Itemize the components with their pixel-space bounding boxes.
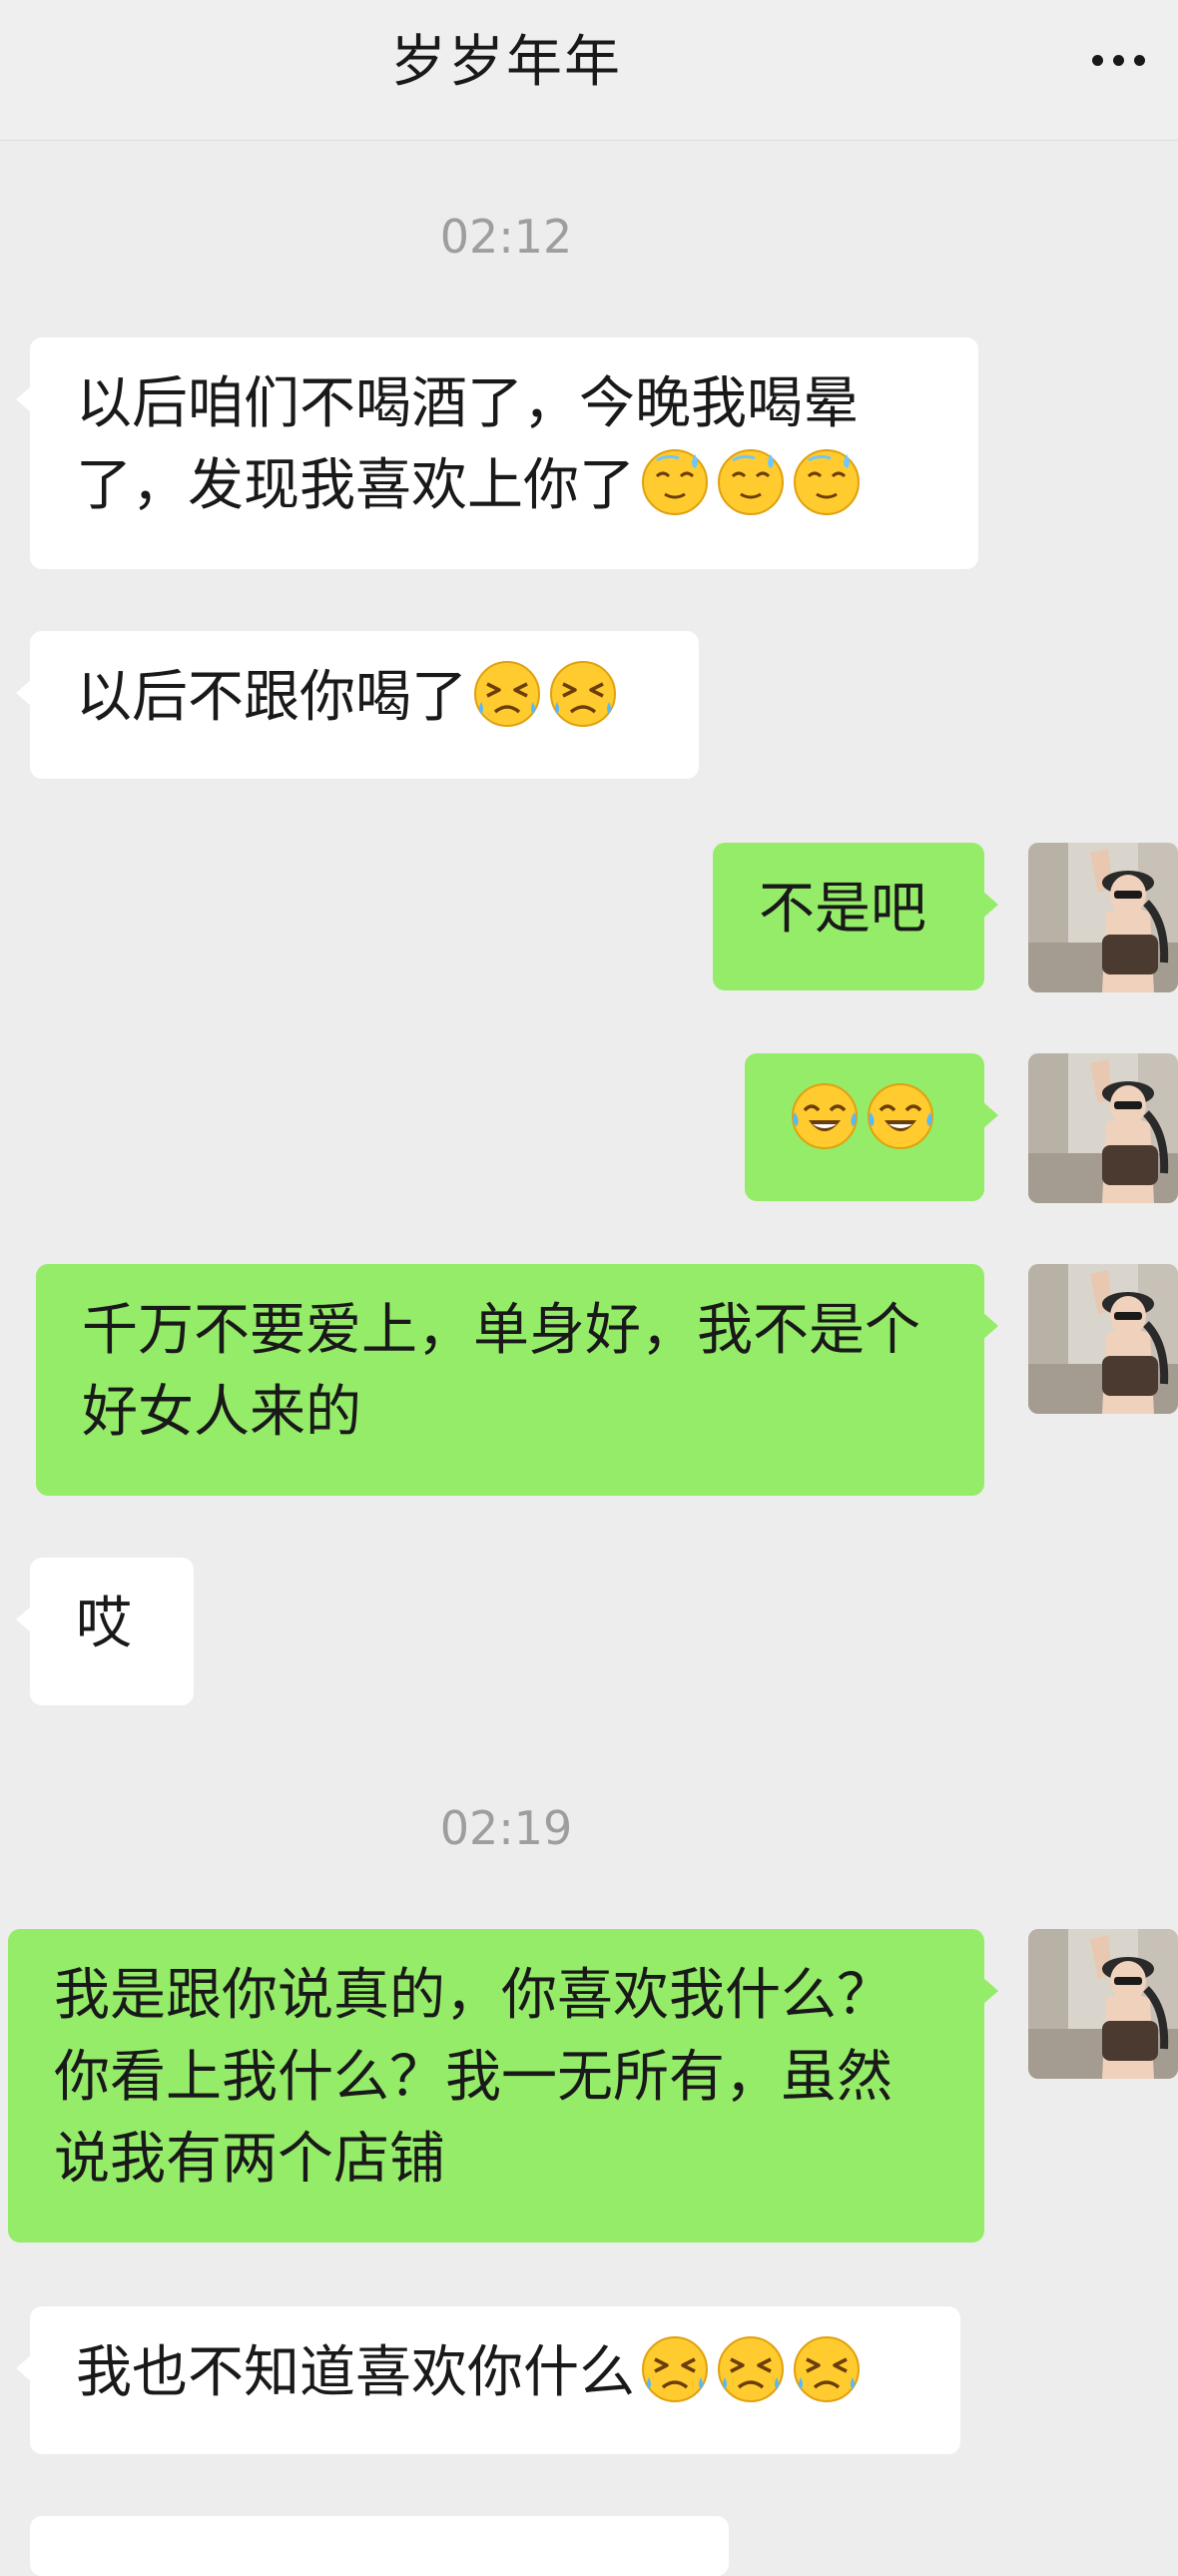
outgoing-message[interactable]: 不是吧 (713, 843, 998, 990)
tears-of-joy-emoji (865, 1080, 936, 1152)
crying-squint-emoji (791, 2333, 863, 2405)
sweat-dizzy-emoji (639, 446, 711, 518)
incoming-message[interactable]: 我也不知道喜欢你什么 (16, 2306, 960, 2454)
avatar[interactable] (1028, 1053, 1178, 1203)
message-text: 我是跟你说真的，你喜欢我什么？你看上我什么？我一无所有，虽然说我有两个店铺 (54, 1963, 892, 2192)
incoming-message-partial[interactable] (30, 2516, 729, 2576)
crying-squint-emoji (639, 2333, 711, 2405)
outgoing-message[interactable] (745, 1053, 998, 1201)
incoming-message[interactable]: 以后咱们不喝酒了，今晚我喝晕了，发现我喜欢上你了 (16, 337, 978, 569)
message-text: 哎 (76, 1592, 132, 1656)
sweat-dizzy-emoji (715, 446, 787, 518)
chat-title: 岁岁年年 (390, 30, 622, 95)
tears-of-joy-emoji (789, 1080, 861, 1152)
more-dots-icon[interactable] (1082, 36, 1154, 84)
message-text: 我也不知道喜欢你什么 (76, 2340, 635, 2405)
crying-squint-emoji (715, 2333, 787, 2405)
avatar[interactable] (1028, 843, 1178, 992)
crying-squint-emoji (471, 658, 543, 730)
message-text: 千万不要爱上，单身好，我不是个好女人来的 (82, 1298, 920, 1445)
outgoing-message[interactable]: 千万不要爱上，单身好，我不是个好女人来的 (36, 1264, 998, 1496)
incoming-message[interactable]: 哎 (16, 1558, 194, 1705)
incoming-message[interactable]: 以后不跟你喝了 (16, 631, 699, 779)
avatar[interactable] (1028, 1929, 1178, 2079)
message-text: 不是吧 (759, 877, 926, 942)
message-text: 以后不跟你喝了 (76, 665, 467, 730)
outgoing-message[interactable]: 我是跟你说真的，你喜欢我什么？你看上我什么？我一无所有，虽然说我有两个店铺 (8, 1929, 998, 2243)
message-timestamp: 02:12 (439, 210, 573, 264)
sweat-dizzy-emoji (791, 446, 863, 518)
chat-header: 岁岁年年 (0, 0, 1178, 141)
crying-squint-emoji (547, 658, 619, 730)
message-timestamp: 02:19 (439, 1801, 573, 1855)
avatar[interactable] (1028, 1264, 1178, 1414)
